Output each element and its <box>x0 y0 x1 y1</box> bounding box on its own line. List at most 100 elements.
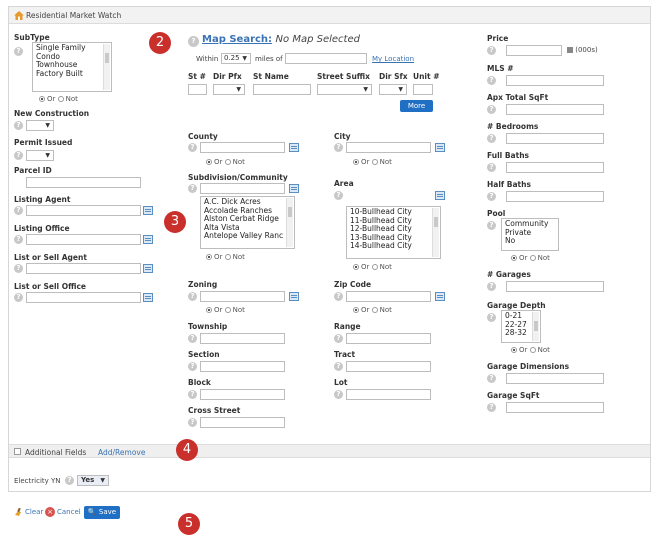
radius-select[interactable]: 0.25 ▼ <box>221 53 251 64</box>
area-help-icon[interactable]: ? <box>334 191 343 200</box>
area-list[interactable]: 10-Bullhead City 11-Bullhead City 12-Bul… <box>346 206 441 259</box>
list-item[interactable]: Antelope Valley Ranc <box>204 231 291 241</box>
subdivision-help-icon[interactable]: ? <box>188 184 197 193</box>
list-item[interactable]: 14-Bullhead City <box>350 241 437 251</box>
garage-depth-help-icon[interactable]: ? <box>487 313 496 322</box>
county-lookup-icon[interactable] <box>289 143 299 152</box>
city-help-icon[interactable]: ? <box>334 143 343 152</box>
listing-agent-lookup-icon[interactable] <box>143 206 153 215</box>
zip-code-or-not[interactable]: Or Not <box>353 306 392 314</box>
subtype-or-not[interactable]: Or Not <box>39 95 78 103</box>
scrollbar[interactable] <box>532 312 539 341</box>
garage-sqft-input[interactable] <box>506 402 604 413</box>
street-suffix-select[interactable]: ▼ <box>317 84 372 95</box>
subdivision-input[interactable] <box>200 183 285 194</box>
list-or-sell-office-input[interactable] <box>26 292 141 303</box>
list-item[interactable]: Factory Built <box>36 69 108 79</box>
subtype-help-icon[interactable]: ? <box>14 47 23 56</box>
listing-office-help-icon[interactable]: ? <box>14 235 23 244</box>
county-help-icon[interactable]: ? <box>188 143 197 152</box>
bedrooms-help-icon[interactable]: ? <box>487 134 496 143</box>
pool-help-icon[interactable]: ? <box>487 221 496 230</box>
half-baths-input[interactable] <box>506 191 604 202</box>
add-remove-link[interactable]: Add/Remove <box>98 448 145 457</box>
cancel-button[interactable]: Cancel <box>57 508 81 516</box>
subtype-list[interactable]: Single Family Condo Townhouse Factory Bu… <box>32 42 112 92</box>
area-or-not[interactable]: Or Not <box>353 263 392 271</box>
pool-list[interactable]: Community Private No <box>501 218 559 251</box>
garage-dimensions-input[interactable] <box>506 373 604 384</box>
mls-input[interactable] <box>506 75 604 86</box>
new-construction-help-icon[interactable]: ? <box>14 121 23 130</box>
county-or-not[interactable]: Or Not <box>206 158 245 166</box>
mls-help-icon[interactable]: ? <box>487 76 496 85</box>
city-or-not[interactable]: Or Not <box>353 158 392 166</box>
scrollbar[interactable] <box>103 44 110 90</box>
full-baths-help-icon[interactable]: ? <box>487 163 496 172</box>
zip-code-lookup-icon[interactable] <box>435 292 445 301</box>
township-help-icon[interactable]: ? <box>188 334 197 343</box>
subdivision-lookup-icon[interactable] <box>289 184 299 193</box>
list-or-sell-agent-lookup-icon[interactable] <box>143 264 153 273</box>
full-baths-input[interactable] <box>506 162 604 173</box>
subdivision-or-not[interactable]: Or Not <box>206 253 245 261</box>
city-lookup-icon[interactable] <box>435 143 445 152</box>
save-button[interactable]: 🔍 Save <box>84 506 120 519</box>
range-input[interactable] <box>346 333 431 344</box>
listing-office-input[interactable] <box>26 234 141 245</box>
electricity-select[interactable]: Yes ▼ <box>77 475 109 486</box>
scrollbar[interactable] <box>286 198 293 247</box>
zip-code-help-icon[interactable]: ? <box>334 292 343 301</box>
zoning-lookup-icon[interactable] <box>289 292 299 301</box>
bedrooms-input[interactable] <box>506 133 604 144</box>
price-input[interactable] <box>506 45 562 56</box>
subdivision-list[interactable]: A.C. Dick Acres Accolade Ranches Alston … <box>200 196 295 249</box>
cross-street-help-icon[interactable]: ? <box>188 418 197 427</box>
section-input[interactable] <box>200 361 285 372</box>
electricity-help-icon[interactable]: ? <box>65 476 74 485</box>
city-input[interactable] <box>346 142 431 153</box>
st-name-input[interactable] <box>253 84 311 95</box>
cross-street-input[interactable] <box>200 417 285 428</box>
map-search-link[interactable]: Map Search: <box>202 34 272 45</box>
zip-code-input[interactable] <box>346 291 431 302</box>
listing-agent-help-icon[interactable]: ? <box>14 206 23 215</box>
apx-total-sqft-help-icon[interactable]: ? <box>487 105 496 114</box>
section-help-icon[interactable]: ? <box>188 362 197 371</box>
garage-depth-or-not[interactable]: Or Not <box>511 346 550 354</box>
st-num-input[interactable] <box>188 84 207 95</box>
tract-input[interactable] <box>346 361 431 372</box>
garage-sqft-help-icon[interactable]: ? <box>487 403 496 412</box>
clear-button[interactable]: Clear <box>25 508 43 516</box>
listing-agent-input[interactable] <box>26 205 141 216</box>
pool-or-not[interactable]: Or Not <box>511 254 550 262</box>
list-item[interactable]: No <box>505 236 555 246</box>
map-search-help-icon[interactable]: ? <box>188 36 199 47</box>
garage-depth-list[interactable]: 0-21 22-27 28-32 <box>501 310 541 343</box>
half-baths-help-icon[interactable]: ? <box>487 192 496 201</box>
garage-dimensions-help-icon[interactable]: ? <box>487 374 496 383</box>
price-unit-check[interactable]: (000s) <box>567 46 598 54</box>
location-input[interactable] <box>285 53 367 64</box>
zoning-or-not[interactable]: Or Not <box>206 306 245 314</box>
lot-help-icon[interactable]: ? <box>334 390 343 399</box>
zoning-input[interactable] <box>200 291 285 302</box>
dir-pfx-select[interactable]: ▼ <box>213 84 245 95</box>
my-location-link[interactable]: My Location <box>372 55 414 63</box>
more-button[interactable]: More <box>400 100 433 112</box>
list-or-sell-agent-input[interactable] <box>26 263 141 274</box>
lot-input[interactable] <box>346 389 431 400</box>
list-or-sell-office-lookup-icon[interactable] <box>143 293 153 302</box>
block-help-icon[interactable]: ? <box>188 390 197 399</box>
listing-office-lookup-icon[interactable] <box>143 235 153 244</box>
dir-sfx-select[interactable]: ▼ <box>379 84 407 95</box>
tract-help-icon[interactable]: ? <box>334 362 343 371</box>
new-construction-select[interactable]: ▼ <box>26 120 54 131</box>
township-input[interactable] <box>200 333 285 344</box>
block-input[interactable] <box>200 389 285 400</box>
area-lookup-icon[interactable] <box>435 191 445 200</box>
list-or-sell-agent-help-icon[interactable]: ? <box>14 264 23 273</box>
unit-input[interactable] <box>413 84 433 95</box>
apx-total-sqft-input[interactable] <box>506 104 604 115</box>
list-or-sell-office-help-icon[interactable]: ? <box>14 293 23 302</box>
